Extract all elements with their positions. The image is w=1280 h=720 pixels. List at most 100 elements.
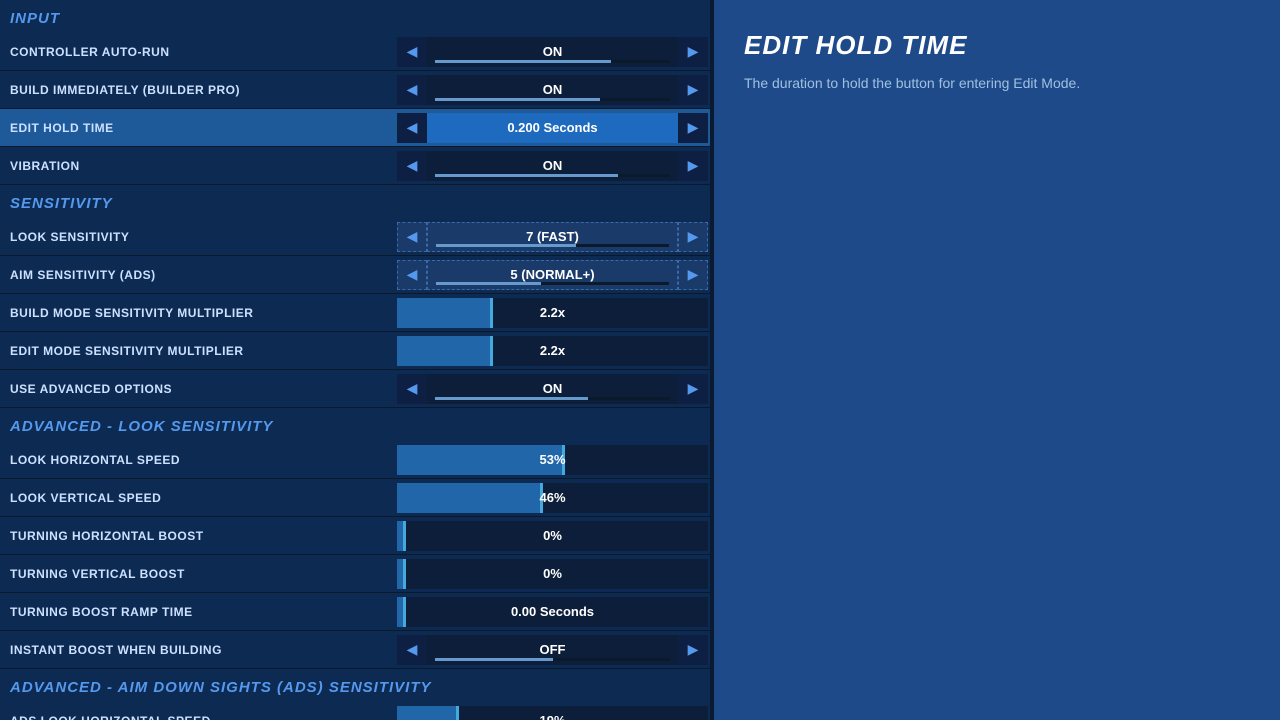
control-look-horizontal-speed: 53%	[395, 441, 710, 478]
arrow-right-vibration[interactable]: ▶	[678, 151, 708, 181]
arrow-left-controller-auto-run[interactable]: ◀	[397, 37, 427, 67]
control-use-advanced-options: ◀ ON ▶	[395, 370, 710, 407]
value-text-build-immediately: ON	[543, 82, 563, 97]
slider-fill-instant-boost-when-building	[435, 658, 553, 661]
label-look-vertical-speed: LOOK VERTICAL SPEED	[0, 491, 395, 505]
row-use-advanced-options[interactable]: USE ADVANCED OPTIONS◀ ON ▶	[0, 370, 710, 408]
value-look-sensitivity: 7 (FAST)	[427, 222, 678, 252]
row-turning-horizontal-boost[interactable]: TURNING HORIZONTAL BOOST0%	[0, 517, 710, 555]
arrow-left-edit-hold-time[interactable]: ◀	[397, 113, 427, 143]
row-turning-vertical-boost[interactable]: TURNING VERTICAL BOOST0%	[0, 555, 710, 593]
value-edit-hold-time: 0.200 Seconds	[427, 113, 678, 143]
value-text-instant-boost-when-building: OFF	[540, 642, 566, 657]
value-vibration: ON	[427, 151, 678, 181]
row-aim-sensitivity[interactable]: AIM SENSITIVITY (ADS)◀ 5 (NORMAL+) ▶	[0, 256, 710, 294]
row-instant-boost-when-building[interactable]: INSTANT BOOST WHEN BUILDING◀OFF▶	[0, 631, 710, 669]
arrow-right-controller-auto-run[interactable]: ▶	[678, 37, 708, 67]
slider-fill-vibration	[435, 174, 618, 177]
arrow-right-use-advanced-options[interactable]: ▶	[678, 374, 708, 404]
label-use-advanced-options: USE ADVANCED OPTIONS	[0, 382, 395, 396]
row-build-immediately[interactable]: BUILD IMMEDIATELY (BUILDER PRO)◀ ON ▶	[0, 71, 710, 109]
label-turning-boost-ramp-time: TURNING BOOST RAMP TIME	[0, 605, 395, 619]
value-text-vibration: ON	[543, 158, 563, 173]
label-controller-auto-run: CONTROLLER AUTO-RUN	[0, 45, 395, 59]
control-ads-look-horizontal-speed: 19%	[395, 702, 710, 720]
control-build-mode-multiplier: 2.2x	[395, 294, 710, 331]
arrow-left-build-immediately[interactable]: ◀	[397, 75, 427, 105]
left-panel: INPUTCONTROLLER AUTO-RUN◀ON▶BUILD IMMEDI…	[0, 0, 710, 720]
progress-bar-look-horizontal-speed: 53%	[397, 445, 708, 475]
slider-track-build-immediately	[435, 98, 670, 101]
arrow-left-instant-boost-when-building[interactable]: ◀	[397, 635, 427, 665]
arrow-right-aim-sensitivity[interactable]: ▶	[678, 260, 708, 290]
value-text-turning-vertical-boost: 0%	[397, 566, 708, 581]
value-text-look-horizontal-speed: 53%	[397, 452, 708, 467]
row-look-sensitivity[interactable]: LOOK SENSITIVITY◀ 7 (FAST) ▶	[0, 218, 710, 256]
value-text-aim-sensitivity: 5 (NORMAL+)	[510, 267, 594, 282]
control-edit-hold-time: ◀ 0.200 Seconds ▶	[395, 109, 710, 146]
arrow-left-aim-sensitivity[interactable]: ◀	[397, 260, 427, 290]
row-turning-boost-ramp-time[interactable]: TURNING BOOST RAMP TIME0.00 Seconds	[0, 593, 710, 631]
label-ads-look-horizontal-speed: ADS LOOK HORIZONTAL SPEED	[0, 714, 395, 720]
control-aim-sensitivity: ◀ 5 (NORMAL+) ▶	[395, 256, 710, 293]
control-look-vertical-speed: 46%	[395, 479, 710, 516]
right-panel: EDIT HOLD TIME The duration to hold the …	[714, 0, 1280, 720]
label-vibration: VIBRATION	[0, 159, 395, 173]
slider-track-use-advanced-options	[435, 397, 670, 400]
label-build-immediately: BUILD IMMEDIATELY (BUILDER PRO)	[0, 83, 395, 97]
value-aim-sensitivity: 5 (NORMAL+)	[427, 260, 678, 290]
label-build-mode-multiplier: BUILD MODE SENSITIVITY MULTIPLIER	[0, 306, 395, 320]
value-build-immediately: ON	[427, 75, 678, 105]
section-header-sensitivity: SENSITIVITY	[0, 185, 710, 218]
control-build-immediately: ◀ ON ▶	[395, 71, 710, 108]
value-use-advanced-options: ON	[427, 374, 678, 404]
label-look-sensitivity: LOOK SENSITIVITY	[0, 230, 395, 244]
row-controller-auto-run[interactable]: CONTROLLER AUTO-RUN◀ ON ▶	[0, 33, 710, 71]
control-vibration: ◀ ON ▶	[395, 147, 710, 184]
value-controller-auto-run: ON	[427, 37, 678, 67]
progress-bar-turning-boost-ramp-time: 0.00 Seconds	[397, 597, 708, 627]
value-text-look-vertical-speed: 46%	[397, 490, 708, 505]
value-text-ads-look-horizontal-speed: 19%	[397, 713, 708, 720]
arrow-right-look-sensitivity[interactable]: ▶	[678, 222, 708, 252]
control-controller-auto-run: ◀ ON ▶	[395, 33, 710, 70]
control-look-sensitivity: ◀ 7 (FAST) ▶	[395, 218, 710, 255]
value-instant-boost-when-building: OFF	[427, 635, 678, 665]
arrow-left-look-sensitivity[interactable]: ◀	[397, 222, 427, 252]
control-instant-boost-when-building: ◀ OFF ▶	[395, 631, 710, 668]
row-look-horizontal-speed[interactable]: LOOK HORIZONTAL SPEED53%	[0, 441, 710, 479]
arrow-right-instant-boost-when-building[interactable]: ▶	[678, 635, 708, 665]
value-text-edit-hold-time: 0.200 Seconds	[507, 120, 597, 135]
value-text-use-advanced-options: ON	[543, 381, 563, 396]
row-look-vertical-speed[interactable]: LOOK VERTICAL SPEED46%	[0, 479, 710, 517]
slider-fill-controller-auto-run	[435, 60, 611, 63]
section-header-advanced-look: ADVANCED - LOOK SENSITIVITY	[0, 408, 710, 441]
arrow-right-edit-hold-time[interactable]: ▶	[678, 113, 708, 143]
value-text-controller-auto-run: ON	[543, 44, 563, 59]
arrow-left-use-advanced-options[interactable]: ◀	[397, 374, 427, 404]
progress-bar-build-mode-multiplier: 2.2x	[397, 298, 708, 328]
row-edit-hold-time[interactable]: EDIT HOLD TIME◀0.200 Seconds▶	[0, 109, 710, 147]
progress-bar-turning-horizontal-boost: 0%	[397, 521, 708, 551]
label-look-horizontal-speed: LOOK HORIZONTAL SPEED	[0, 453, 395, 467]
row-build-mode-multiplier[interactable]: BUILD MODE SENSITIVITY MULTIPLIER2.2x	[0, 294, 710, 332]
row-edit-mode-multiplier[interactable]: EDIT MODE SENSITIVITY MULTIPLIER2.2x	[0, 332, 710, 370]
progress-bar-turning-vertical-boost: 0%	[397, 559, 708, 589]
row-ads-look-horizontal-speed[interactable]: ADS LOOK HORIZONTAL SPEED19%	[0, 702, 710, 720]
value-text-look-sensitivity: 7 (FAST)	[526, 229, 579, 244]
value-text-edit-mode-multiplier: 2.2x	[397, 343, 708, 358]
section-header-input: INPUT	[0, 0, 710, 33]
control-turning-vertical-boost: 0%	[395, 555, 710, 592]
section-header-advanced-ads: ADVANCED - AIM DOWN SIGHTS (ADS) SENSITI…	[0, 669, 710, 702]
value-text-turning-boost-ramp-time: 0.00 Seconds	[397, 604, 708, 619]
detail-description: The duration to hold the button for ente…	[744, 73, 1250, 94]
arrow-left-vibration[interactable]: ◀	[397, 151, 427, 181]
detail-title: EDIT HOLD TIME	[744, 30, 1250, 61]
value-text-build-mode-multiplier: 2.2x	[397, 305, 708, 320]
label-turning-horizontal-boost: TURNING HORIZONTAL BOOST	[0, 529, 395, 543]
label-aim-sensitivity: AIM SENSITIVITY (ADS)	[0, 268, 395, 282]
row-vibration[interactable]: VIBRATION◀ ON ▶	[0, 147, 710, 185]
slider-track-controller-auto-run	[435, 60, 670, 63]
slider-fill-use-advanced-options	[435, 397, 588, 400]
arrow-right-build-immediately[interactable]: ▶	[678, 75, 708, 105]
